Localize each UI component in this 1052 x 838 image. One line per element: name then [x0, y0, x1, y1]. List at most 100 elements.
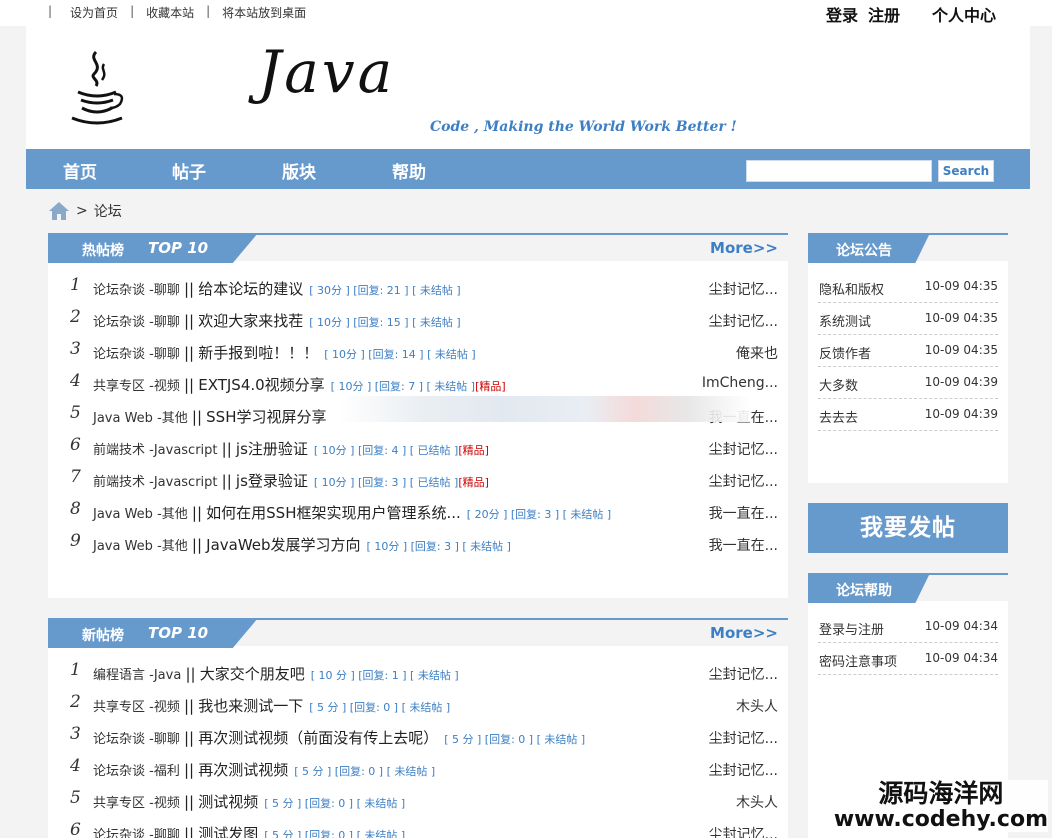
top-bar: | 设为首页 | 收藏本站 | 将本站放到桌面 登录 注册 个人中心 [0, 0, 1052, 26]
post-title-link[interactable]: 大家交个朋友吧 [200, 665, 305, 683]
divider: | [48, 4, 53, 18]
list-item-time: 10-09 04:34 [924, 651, 998, 665]
post-meta: [ 20分 ] [回复: 3 ] [ 未结帖 ] [466, 508, 612, 521]
category-link[interactable]: 编程语言 -Java [93, 668, 181, 683]
list-item-time: 10-09 04:39 [924, 407, 998, 421]
post-author[interactable]: 我一直在... [709, 503, 778, 523]
login-link[interactable]: 登录 [826, 2, 858, 26]
title-separator: || [183, 280, 195, 298]
post-title-link[interactable]: 我也来测试一下 [198, 697, 303, 715]
set-homepage-link[interactable]: 设为首页 [58, 4, 130, 21]
post-title-link[interactable]: EXTJS4.0视频分享 [198, 376, 324, 394]
post-meta: [ 5 分 ] [回复: 0 ] [ 未结帖 ] [264, 829, 406, 838]
post-title-link[interactable]: 给本论坛的建议 [198, 280, 303, 298]
post-author[interactable]: 尘封记忆... [709, 439, 778, 459]
post-title-link[interactable]: 如何在用SSH框架实现用户管理系统... [206, 504, 461, 522]
table-row: 1 编程语言 -Java || 大家交个朋友吧 [ 10 分 ] [回复: 1 ] … [48, 656, 788, 688]
category-link[interactable]: 论坛杂谈 -福利 [93, 764, 180, 779]
row-category: 论坛杂谈 -聊聊 || 再次测试视频（前面没有传上去呢） [ 5 分 ] [回复:… [93, 727, 585, 748]
post-title-link[interactable]: 再次测试视频（前面没有传上去呢） [198, 729, 438, 747]
new-more-link[interactable]: More>> [710, 624, 778, 642]
post-author[interactable]: 尘封记忆... [709, 664, 778, 684]
search-button[interactable]: Search [938, 160, 994, 182]
post-author[interactable]: 尘封记忆... [709, 760, 778, 780]
nav-posts[interactable]: 帖子 [172, 158, 206, 183]
list-item-time: 10-09 04:39 [924, 375, 998, 389]
new-post-button[interactable]: 我要发帖 [808, 503, 1008, 553]
title-separator: || [183, 376, 195, 394]
list-item-title[interactable]: 隐私和版权 [819, 279, 884, 298]
nav-boards[interactable]: 版块 [282, 158, 316, 183]
table-row: 2 论坛杂谈 -聊聊 || 欢迎大家来找茬 [ 10分 ] [回复: 15 ] [ … [48, 303, 788, 335]
category-link[interactable]: 共享专区 -视频 [93, 379, 180, 394]
category-link[interactable]: 论坛杂谈 -聊聊 [93, 828, 180, 838]
post-title-link[interactable]: js登录验证 [236, 472, 308, 490]
post-author[interactable]: 我一直在... [709, 535, 778, 555]
post-title-link[interactable]: js注册验证 [236, 440, 308, 458]
desktop-shortcut-link[interactable]: 将本站放到桌面 [210, 4, 318, 21]
post-author[interactable]: ImCheng... [702, 375, 778, 391]
hot-more-link[interactable]: More>> [710, 239, 778, 257]
list-item-title[interactable]: 去去去 [819, 407, 858, 426]
post-author[interactable]: 尘封记忆... [709, 824, 778, 838]
category-link[interactable]: 论坛杂谈 -聊聊 [93, 283, 180, 298]
row-rank: 3 [70, 724, 81, 744]
post-author[interactable]: 尘封记忆... [709, 728, 778, 748]
bookmark-link[interactable]: 收藏本站 [134, 4, 206, 21]
row-rank: 3 [70, 339, 81, 359]
table-row: 1 论坛杂谈 -聊聊 || 给本论坛的建议 [ 30分 ] [回复: 21 ] [ … [48, 271, 788, 303]
post-title-link[interactable]: JavaWeb发展学习方向 [206, 536, 360, 554]
title-separator: || [183, 697, 195, 715]
personal-center-link[interactable]: 个人中心 [932, 2, 996, 26]
post-author[interactable]: 尘封记忆... [709, 471, 778, 491]
category-link[interactable]: 前端技术 -Javascript [93, 443, 218, 458]
post-title-link[interactable]: 再次测试视频 [198, 761, 288, 779]
title-separator: || [183, 344, 195, 362]
list-item[interactable]: 反馈作者 10-09 04:35 [818, 335, 998, 367]
list-item[interactable]: 大多数 10-09 04:39 [818, 367, 998, 399]
hot-subtitle: TOP 10 [148, 239, 209, 257]
list-item-title[interactable]: 系统测试 [819, 311, 871, 330]
row-category: Java Web -其他 || 如何在用SSH框架实现用户管理系统... [ 20… [93, 502, 611, 523]
post-title-link[interactable]: 测试发图 [198, 825, 258, 838]
row-rank: 9 [70, 531, 81, 551]
register-link[interactable]: 注册 [868, 2, 900, 26]
post-author[interactable]: 尘封记忆... [709, 311, 778, 331]
nav-home[interactable]: 首页 [63, 158, 97, 183]
category-link[interactable]: 论坛杂谈 -聊聊 [93, 315, 180, 330]
category-link[interactable]: 论坛杂谈 -聊聊 [93, 347, 180, 362]
list-item-title[interactable]: 密码注意事项 [819, 651, 897, 670]
category-link[interactable]: Java Web -其他 [93, 411, 188, 426]
category-link[interactable]: 共享专区 -视频 [93, 700, 180, 715]
list-item[interactable]: 隐私和版权 10-09 04:35 [818, 271, 998, 303]
post-title-link[interactable]: 欢迎大家来找茬 [198, 312, 303, 330]
search-input[interactable] [746, 160, 932, 182]
breadcrumb-current[interactable]: 论坛 [94, 201, 122, 221]
list-item-title[interactable]: 大多数 [819, 375, 858, 394]
category-link[interactable]: 共享专区 -视频 [93, 796, 180, 811]
list-item-time: 10-09 04:35 [924, 279, 998, 293]
nav-help[interactable]: 帮助 [392, 158, 426, 183]
category-link[interactable]: Java Web -其他 [93, 539, 188, 554]
post-author[interactable]: 尘封记忆... [709, 279, 778, 299]
post-author[interactable]: 木头人 [736, 696, 778, 716]
post-title-link[interactable]: 新手报到啦！！！ [198, 344, 318, 362]
list-item[interactable]: 登录与注册 10-09 04:34 [818, 611, 998, 643]
list-item-title[interactable]: 登录与注册 [819, 619, 884, 638]
title-separator: || [185, 665, 196, 683]
post-author[interactable]: 俺来也 [736, 343, 778, 363]
title-separator: || [183, 729, 195, 747]
row-rank: 2 [70, 307, 81, 327]
list-item[interactable]: 密码注意事项 10-09 04:34 [818, 643, 998, 675]
row-category: 前端技术 -Javascript || js注册验证 [ 10分 ] [回复: 4… [93, 438, 489, 459]
home-icon[interactable] [48, 201, 70, 221]
category-link[interactable]: Java Web -其他 [93, 507, 188, 522]
category-link[interactable]: 论坛杂谈 -聊聊 [93, 732, 180, 747]
category-link[interactable]: 前端技术 -Javascript [93, 475, 218, 490]
post-title-link[interactable]: SSH学习视屏分享 [206, 408, 326, 426]
list-item[interactable]: 去去去 10-09 04:39 [818, 399, 998, 431]
post-title-link[interactable]: 测试视频 [198, 793, 258, 811]
list-item-title[interactable]: 反馈作者 [819, 343, 871, 362]
post-author[interactable]: 木头人 [736, 792, 778, 812]
list-item[interactable]: 系统测试 10-09 04:35 [818, 303, 998, 335]
